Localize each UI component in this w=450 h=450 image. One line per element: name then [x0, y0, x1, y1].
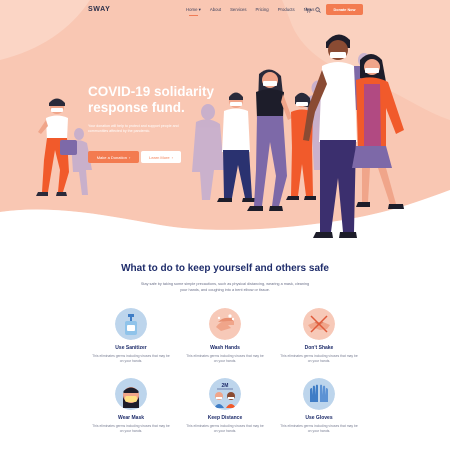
hero-description: Your donation will help to protect and s… [88, 124, 179, 133]
card-title: Keep Distance [207, 415, 243, 421]
card-wash-hands: Wash Hands This eliminates germs includi… [175, 308, 275, 363]
card-text: This eliminates germs including viruses … [92, 424, 170, 433]
hero-section: SWAY Home ▾ About Services Pricing Produ… [0, 0, 450, 245]
card-text: This eliminates germs including viruses … [280, 424, 358, 433]
card-title: Use Gloves [305, 415, 333, 421]
learn-more-label: Learn More [149, 154, 170, 160]
distance-badge: 2M [222, 383, 229, 389]
card-wear-mask: Wear Mask This eliminates germs includin… [81, 378, 181, 433]
learn-more-button[interactable]: Learn More › [141, 151, 181, 163]
card-text: This eliminates germs including viruses … [186, 354, 264, 363]
card-text: This eliminates germs including viruses … [280, 354, 358, 363]
card-title: Use Sanitizer [115, 345, 147, 351]
section-description: Stay safe by taking some simple precauti… [140, 282, 310, 292]
card-use-gloves: Use Gloves This eliminates germs includi… [269, 378, 369, 433]
hero-title-line-1: COVID-19 solidarity [88, 84, 215, 99]
card-title: Don't Shake [304, 345, 334, 351]
wash-hands-icon [209, 308, 241, 340]
distance-icon: 2M [209, 378, 241, 410]
people-illustration [36, 34, 404, 238]
card-dont-shake: Don't Shake This eliminates germs includ… [269, 308, 369, 363]
hero-title: COVID-19 solidarity response fund. [88, 84, 238, 115]
arrow-right-icon: › [128, 154, 131, 160]
card-text: This eliminates germs including viruses … [186, 424, 264, 433]
hero-title-line-2: response fund. [88, 99, 185, 115]
arrow-right-icon: › [171, 154, 173, 160]
card-title: Wash Hands [210, 345, 240, 351]
mask-icon [115, 378, 147, 410]
person-left [36, 98, 77, 196]
section-title: What to do to keep yourself and others s… [121, 263, 329, 274]
make-donation-button[interactable]: Make a Donation › [88, 151, 139, 163]
card-text: This eliminates germs including viruses … [92, 354, 170, 363]
no-handshake-icon [303, 308, 335, 340]
gloves-icon [303, 378, 335, 410]
card-keep-distance: 2M Keep Distance This eliminates germs i… [175, 378, 275, 433]
card-use-sanitizer: Use Sanitizer This eliminates germs incl… [81, 308, 181, 363]
card-title: Wear Mask [117, 415, 145, 421]
make-donation-label: Make a Donation [96, 154, 127, 160]
sanitizer-icon [115, 308, 147, 340]
person-center [247, 69, 292, 211]
